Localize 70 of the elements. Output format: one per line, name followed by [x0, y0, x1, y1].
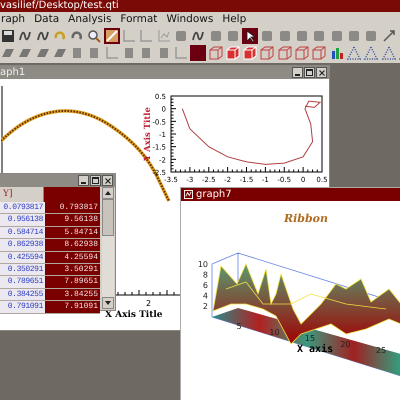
window-title: aph1: [0, 67, 26, 78]
close-icon: [104, 178, 110, 184]
line-arrow-icon[interactable]: [380, 28, 397, 44]
window-title-bar[interactable]: graph7: [181, 188, 400, 201]
square-icon[interactable]: [190, 44, 206, 60]
tick-label: 20: [340, 340, 351, 349]
grid-cube-icon[interactable]: [242, 44, 258, 60]
window-title: vasilief/Desktop/test.qti: [0, 0, 119, 11]
column-header[interactable]: Y]: [0, 187, 44, 202]
table-cell: 7.91091: [45, 301, 100, 313]
table-cell: 0.793817: [45, 202, 100, 214]
table-cell: 7.89651: [45, 276, 100, 288]
tick-label: 10: [198, 260, 208, 269]
table-cell: 8.62938: [45, 239, 100, 251]
table-cell: 0.862938: [0, 239, 45, 251]
axes-icon[interactable]: [138, 28, 154, 44]
tick-label: 2: [146, 299, 152, 308]
table-cell: 0.956138: [0, 214, 45, 226]
table-cell: 5.84714: [45, 226, 100, 238]
table-cell: 0.584714: [0, 226, 45, 238]
close-icon: [318, 70, 324, 76]
axis-title: Y Axis Title: [143, 107, 153, 161]
maximize-button[interactable]: [304, 67, 315, 78]
tick-label: 15: [304, 334, 316, 343]
close-button[interactable]: [316, 67, 327, 78]
maximize-button[interactable]: [90, 175, 101, 186]
table-cell: 0.384255: [0, 288, 45, 300]
table-cell: 4.25594: [45, 252, 100, 263]
cube-icon[interactable]: [276, 44, 293, 60]
minimize-button[interactable]: [78, 175, 89, 186]
close-button[interactable]: [102, 175, 113, 186]
plot-title: Ribbon: [284, 212, 328, 225]
menu-item[interactable]: Format: [120, 12, 158, 27]
cube-icon[interactable]: [208, 44, 224, 60]
menu-item[interactable]: Windows: [166, 12, 214, 27]
table-cell: 0.789651: [0, 276, 45, 288]
down-triangle-icon: [105, 301, 111, 305]
tick-label: 2: [202, 302, 208, 311]
table-cell: 0.425594: [0, 252, 45, 263]
plot-icon: [184, 190, 193, 199]
menu-item[interactable]: Analysis: [68, 12, 112, 27]
table-cell: 0.0793817: [0, 202, 45, 214]
tick-label: 6: [202, 281, 208, 290]
dots-pyramid-icon[interactable]: [363, 44, 380, 60]
pointer-icon[interactable]: [242, 28, 258, 44]
magnifier-icon[interactable]: [86, 28, 102, 44]
tick-label: 10: [269, 328, 280, 337]
dots-pyramid-icon[interactable]: [346, 44, 362, 60]
tick-label: 25: [376, 346, 386, 355]
picture-icon[interactable]: [104, 28, 120, 44]
window-title-bar[interactable]: [0, 174, 115, 187]
tick-label: 8: [202, 270, 208, 280]
scrollbar[interactable]: [102, 187, 114, 309]
menu-item[interactable]: raph: [1, 12, 26, 27]
dots-pyramid-icon[interactable]: [380, 44, 397, 60]
table-cell: 3.84255: [45, 288, 100, 300]
menu-item[interactable]: Data: [34, 12, 60, 27]
up-triangle-icon: [105, 191, 111, 195]
cube-icon[interactable]: [311, 44, 328, 60]
table-cell: 9.56138: [45, 214, 100, 226]
table-cell: 0.350291: [0, 264, 45, 276]
minimize-button[interactable]: [292, 67, 303, 78]
tick-label: 4: [202, 292, 208, 300]
cube-icon[interactable]: [294, 44, 310, 60]
scatter-icon[interactable]: [156, 28, 172, 44]
grid-cube-icon[interactable]: [224, 44, 241, 60]
table-cell: 0.791091: [0, 301, 45, 313]
window-title: graph7: [196, 189, 232, 200]
menu-item[interactable]: Help: [222, 12, 246, 27]
table-cell: 3.50291: [45, 264, 100, 276]
